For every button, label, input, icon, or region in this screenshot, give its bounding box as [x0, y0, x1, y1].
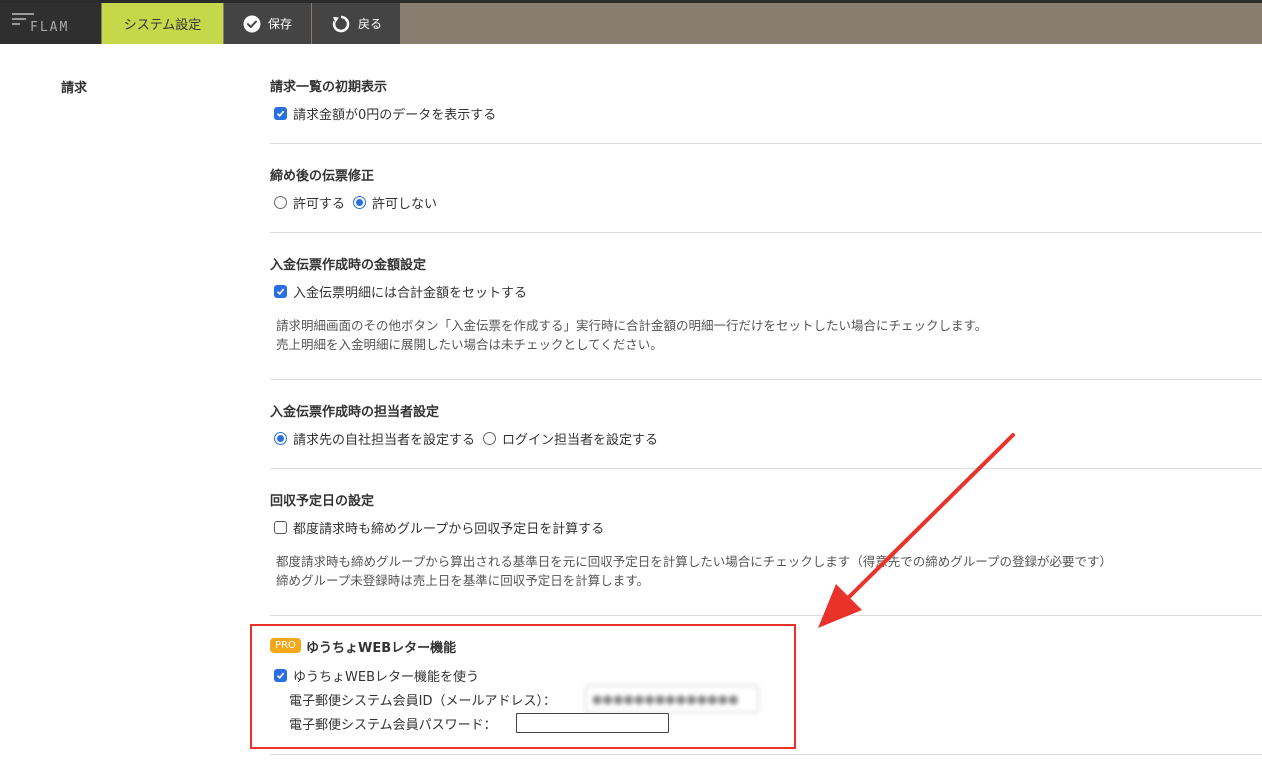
annotation-arrow-icon — [818, 433, 1015, 628]
